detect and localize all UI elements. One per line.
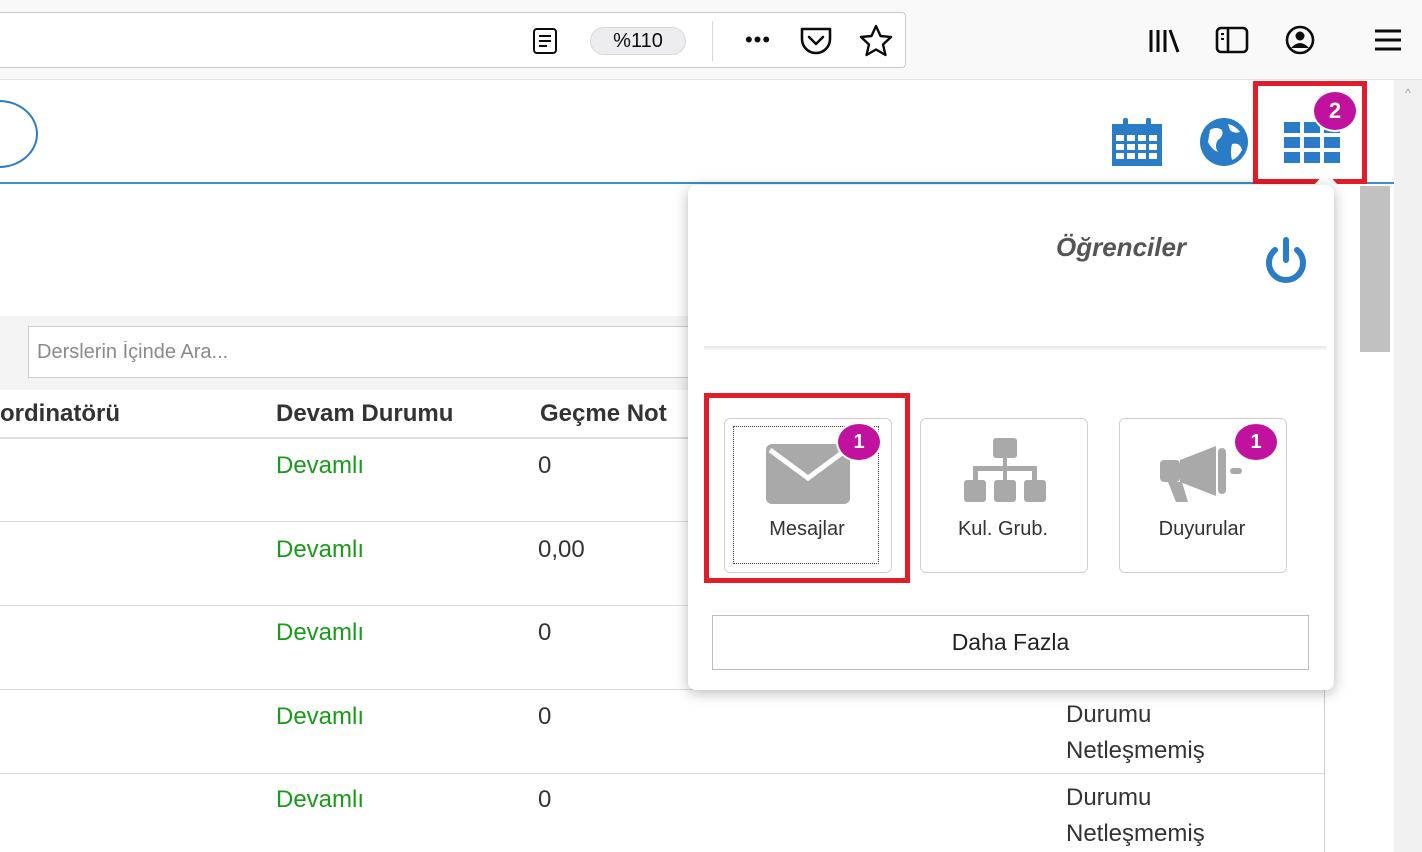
scrollbar-thumb[interactable]: [1360, 186, 1390, 352]
sidebar-toggle-icon[interactable]: [1214, 22, 1250, 58]
header-round-button[interactable]: [0, 100, 38, 168]
pocket-icon[interactable]: [798, 25, 834, 57]
bookmark-star-icon[interactable]: [858, 23, 894, 59]
globe-icon[interactable]: [1198, 116, 1250, 168]
table-cell-attendance: Devamlı: [276, 452, 365, 479]
megaphone-icon: [1160, 446, 1242, 502]
column-header-coordinator: ordinatörü: [0, 400, 120, 427]
table-cell-grade: 0,00: [538, 536, 585, 563]
panel-pointer-arrow: [1314, 172, 1338, 185]
url-bar-separator: [712, 21, 713, 61]
library-icon[interactable]: [1146, 22, 1182, 58]
app-header: [0, 80, 1394, 184]
calendar-icon[interactable]: [1110, 116, 1164, 168]
org-chart-icon: [964, 438, 1046, 502]
hamburger-menu-icon[interactable]: [1370, 22, 1406, 58]
power-logout-icon[interactable]: [1260, 236, 1312, 288]
table-cell-attendance: Devamlı: [276, 786, 365, 813]
reader-view-icon[interactable]: [532, 27, 558, 55]
apps-notification-badge: 2: [1312, 90, 1358, 132]
table-cell-note: Durumu Netleşmemiş: [1066, 701, 1205, 764]
row-divider: [0, 773, 1326, 774]
table-cell-grade: 0: [538, 786, 552, 813]
column-header-passing-grade: Geçme Not: [540, 400, 667, 427]
column-header-attendance: Devam Durumu: [276, 400, 454, 427]
course-search-input[interactable]: [28, 326, 708, 378]
highlight-box-messages: [704, 393, 910, 583]
table-cell-attendance: Devamlı: [276, 703, 365, 730]
table-cell-grade: 0: [538, 619, 552, 646]
table-cell-attendance: Devamlı: [276, 619, 365, 646]
panel-user-role: Öğrenciler: [1056, 232, 1187, 262]
panel-divider: [704, 346, 1326, 350]
announcements-tile-label: Duyurular: [1158, 518, 1246, 540]
zoom-level-badge[interactable]: %110: [590, 27, 686, 55]
table-cell-grade: 0: [538, 703, 552, 730]
more-button[interactable]: Daha Fazla: [712, 615, 1309, 670]
user-groups-tile-label: Kul. Grub.: [957, 518, 1049, 540]
table-right-border: [1324, 690, 1325, 852]
page: %110 ••• 2 ^ Derslerin İçinde Ara... ord…: [0, 0, 1422, 852]
scrollbar-track[interactable]: [1394, 80, 1422, 852]
table-cell-attendance: Devamlı: [276, 536, 365, 563]
announcements-badge: 1: [1233, 422, 1279, 462]
table-cell-note: Durumu Netleşmemiş: [1066, 784, 1205, 847]
url-bar[interactable]: %110 •••: [0, 12, 906, 68]
scroll-up-arrow-icon[interactable]: ^: [1400, 86, 1416, 100]
browser-toolbar: %110 •••: [0, 0, 1422, 80]
account-icon[interactable]: [1282, 22, 1318, 58]
table-cell-grade: 0: [538, 452, 552, 479]
page-actions-menu-icon[interactable]: •••: [738, 25, 778, 55]
